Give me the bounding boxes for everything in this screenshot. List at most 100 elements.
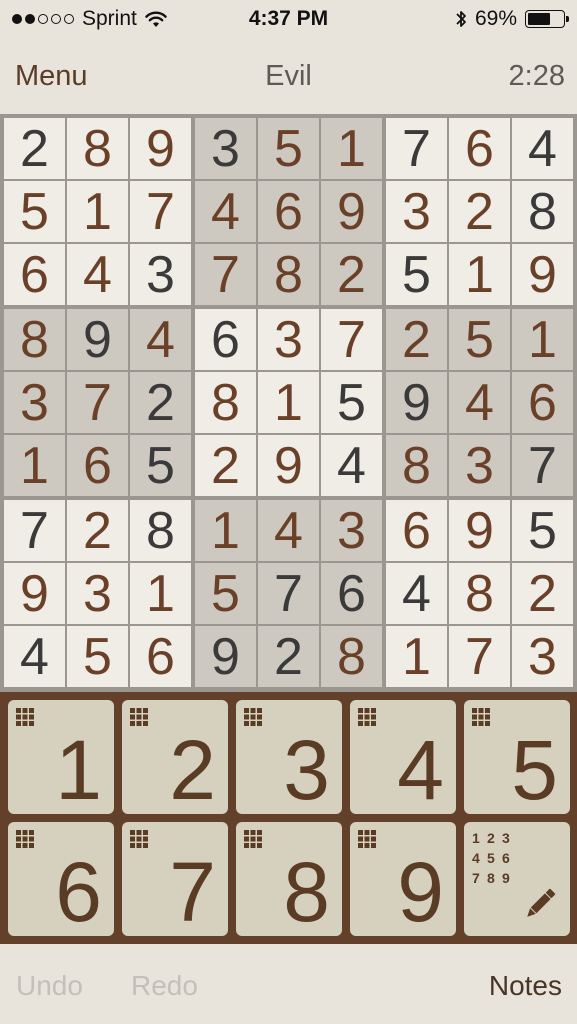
board-cell[interactable]: 1 bbox=[130, 563, 191, 624]
board-cell[interactable]: 4 bbox=[67, 244, 128, 305]
board-cell[interactable]: 6 bbox=[4, 244, 65, 305]
digit-key-3[interactable]: 3 bbox=[236, 700, 342, 814]
board-cell[interactable]: 1 bbox=[4, 435, 65, 496]
board-cell[interactable]: 9 bbox=[195, 626, 256, 687]
board-cell[interactable]: 2 bbox=[4, 118, 65, 179]
board-cell[interactable]: 6 bbox=[258, 181, 319, 242]
board-cell[interactable]: 1 bbox=[67, 181, 128, 242]
board-cell[interactable]: 9 bbox=[67, 309, 128, 370]
board-cell[interactable]: 4 bbox=[130, 309, 191, 370]
notes-mode-key[interactable]: 123 456 789 bbox=[464, 822, 570, 936]
board-cell[interactable]: 2 bbox=[321, 244, 382, 305]
board-cell[interactable]: 9 bbox=[258, 435, 319, 496]
board-cell[interactable]: 5 bbox=[195, 563, 256, 624]
notes-digit: 2 bbox=[487, 830, 495, 846]
board-cell[interactable]: 9 bbox=[512, 244, 573, 305]
board-cell[interactable]: 2 bbox=[195, 435, 256, 496]
board-cell[interactable]: 5 bbox=[67, 626, 128, 687]
board-cell[interactable]: 7 bbox=[512, 435, 573, 496]
board-cell[interactable]: 4 bbox=[321, 435, 382, 496]
board-cell[interactable]: 7 bbox=[195, 244, 256, 305]
board-cell[interactable]: 9 bbox=[321, 181, 382, 242]
board-cell[interactable]: 3 bbox=[4, 372, 65, 433]
board-cell[interactable]: 6 bbox=[130, 626, 191, 687]
board-cell[interactable]: 8 bbox=[130, 500, 191, 561]
board-cell[interactable]: 4 bbox=[4, 626, 65, 687]
board-cell[interactable]: 1 bbox=[258, 372, 319, 433]
board-cell[interactable]: 9 bbox=[130, 118, 191, 179]
board-cell[interactable]: 4 bbox=[512, 118, 573, 179]
notes-button[interactable]: Notes bbox=[489, 970, 562, 1002]
board-cell[interactable]: 8 bbox=[195, 372, 256, 433]
board-cell[interactable]: 8 bbox=[67, 118, 128, 179]
board-cell[interactable]: 2 bbox=[67, 500, 128, 561]
battery-fill bbox=[528, 13, 551, 25]
redo-button[interactable]: Redo bbox=[131, 970, 198, 1002]
pencil-icon bbox=[520, 884, 560, 924]
board-cell[interactable]: 7 bbox=[386, 118, 447, 179]
board-cell[interactable]: 3 bbox=[258, 309, 319, 370]
board-cell[interactable]: 3 bbox=[512, 626, 573, 687]
board-cell[interactable]: 3 bbox=[386, 181, 447, 242]
board-cell[interactable]: 5 bbox=[258, 118, 319, 179]
board-cell[interactable]: 2 bbox=[130, 372, 191, 433]
board-cell[interactable]: 7 bbox=[67, 372, 128, 433]
board-cell[interactable]: 2 bbox=[258, 626, 319, 687]
board-cell[interactable]: 3 bbox=[449, 435, 510, 496]
board-cell[interactable]: 6 bbox=[321, 563, 382, 624]
board-cell[interactable]: 3 bbox=[321, 500, 382, 561]
board-cell[interactable]: 8 bbox=[258, 244, 319, 305]
digit-key-2[interactable]: 2 bbox=[122, 700, 228, 814]
board-cell[interactable]: 1 bbox=[321, 118, 382, 179]
board-cell[interactable]: 7 bbox=[449, 626, 510, 687]
digit-key-9[interactable]: 9 bbox=[350, 822, 456, 936]
board-cell[interactable]: 7 bbox=[4, 500, 65, 561]
board-cell[interactable]: 6 bbox=[67, 435, 128, 496]
board-cell[interactable]: 6 bbox=[449, 118, 510, 179]
board-cell[interactable]: 8 bbox=[321, 626, 382, 687]
board-cell[interactable]: 4 bbox=[195, 181, 256, 242]
board-cell[interactable]: 1 bbox=[512, 309, 573, 370]
board-cell[interactable]: 7 bbox=[130, 181, 191, 242]
board-cell[interactable]: 5 bbox=[386, 244, 447, 305]
board-cell[interactable]: 7 bbox=[258, 563, 319, 624]
board-cell[interactable]: 2 bbox=[386, 309, 447, 370]
board-cell[interactable]: 9 bbox=[386, 372, 447, 433]
board-cell[interactable]: 2 bbox=[512, 563, 573, 624]
grid-icon bbox=[243, 829, 263, 849]
board-cell[interactable]: 3 bbox=[67, 563, 128, 624]
board-cell[interactable]: 5 bbox=[321, 372, 382, 433]
board-cell[interactable]: 8 bbox=[449, 563, 510, 624]
board-cell[interactable]: 3 bbox=[130, 244, 191, 305]
board-cell[interactable]: 1 bbox=[386, 626, 447, 687]
board-cell[interactable]: 4 bbox=[386, 563, 447, 624]
board-cell[interactable]: 5 bbox=[512, 500, 573, 561]
undo-button[interactable]: Undo bbox=[16, 970, 83, 1002]
digit-key-label: 5 bbox=[511, 723, 558, 817]
digit-key-5[interactable]: 5 bbox=[464, 700, 570, 814]
digit-key-6[interactable]: 6 bbox=[8, 822, 114, 936]
board-cell[interactable]: 6 bbox=[512, 372, 573, 433]
board-cell[interactable]: 2 bbox=[449, 181, 510, 242]
board-cell[interactable]: 1 bbox=[195, 500, 256, 561]
board-cell[interactable]: 3 bbox=[195, 118, 256, 179]
digit-key-8[interactable]: 8 bbox=[236, 822, 342, 936]
board-cell[interactable]: 6 bbox=[386, 500, 447, 561]
board-cell[interactable]: 4 bbox=[449, 372, 510, 433]
board-cell[interactable]: 6 bbox=[195, 309, 256, 370]
board-cell[interactable]: 9 bbox=[4, 563, 65, 624]
board-cell[interactable]: 8 bbox=[4, 309, 65, 370]
board-cell[interactable]: 5 bbox=[130, 435, 191, 496]
digit-key-4[interactable]: 4 bbox=[350, 700, 456, 814]
board-cell[interactable]: 8 bbox=[386, 435, 447, 496]
board-cell[interactable]: 4 bbox=[258, 500, 319, 561]
board-cell[interactable]: 7 bbox=[321, 309, 382, 370]
board-cell[interactable]: 8 bbox=[512, 181, 573, 242]
digit-key-label: 6 bbox=[55, 845, 102, 939]
board-cell[interactable]: 5 bbox=[4, 181, 65, 242]
board-cell[interactable]: 9 bbox=[449, 500, 510, 561]
digit-key-1[interactable]: 1 bbox=[8, 700, 114, 814]
board-cell[interactable]: 1 bbox=[449, 244, 510, 305]
digit-key-7[interactable]: 7 bbox=[122, 822, 228, 936]
board-cell[interactable]: 5 bbox=[449, 309, 510, 370]
